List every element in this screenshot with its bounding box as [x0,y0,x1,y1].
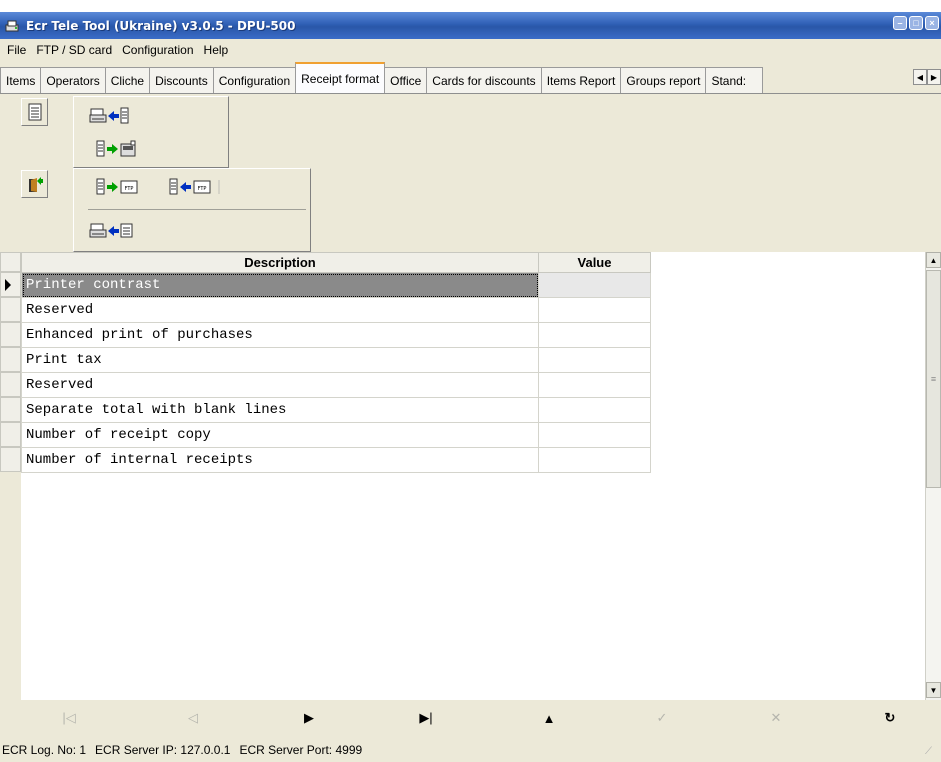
table-row[interactable]: Reserved [21,297,651,323]
tab-office[interactable]: Office [384,67,428,93]
row-indicator [0,347,21,372]
row-indicator-column [0,252,21,700]
table-row[interactable]: Reserved [21,372,651,398]
minimize-icon[interactable]: – [893,16,907,30]
row-indicator [0,322,21,347]
value-cell[interactable] [538,422,651,448]
tool-panel: FTP FTP [0,94,941,252]
app-window: Ecr Tele Tool (Ukraine) v3.0.5 - DPU-500… [0,0,941,762]
title-bar[interactable]: Ecr Tele Tool (Ukraine) v3.0.5 - DPU-500… [0,12,941,39]
tab-cards-for-discounts[interactable]: Cards for discounts [426,67,542,93]
description-cell[interactable]: Enhanced print of purchases [21,322,539,348]
description-cell[interactable]: Separate total with blank lines [21,397,539,423]
svg-text:FTP: FTP [125,186,134,192]
data-grid: Description Value Printer contrast Reser… [21,252,925,700]
cancel-edit-icon[interactable]: ✕ [766,710,786,726]
file-to-device-icon[interactable] [96,139,140,159]
value-cell[interactable] [538,372,651,398]
app-icon [4,18,20,34]
table-row[interactable]: Number of internal receipts [21,447,651,473]
table-row[interactable]: Number of receipt copy [21,422,651,448]
description-cell[interactable]: Reserved [21,297,539,323]
value-cell[interactable] [538,397,651,423]
last-record-icon[interactable]: ▶| [416,710,436,726]
table-row[interactable]: Printer contrast [21,272,651,298]
close-icon[interactable]: × [925,16,939,30]
menu-file[interactable]: File [2,43,31,57]
status-server-port: ECR Server Port: 4999 [239,742,363,757]
vertical-scrollbar[interactable]: ▲ ≡ ▼ [925,252,941,700]
top-strip [0,0,941,12]
column-header-description[interactable]: Description [21,252,539,273]
column-header-value[interactable]: Value [538,252,651,273]
row-indicator [0,397,21,422]
table-row[interactable]: Enhanced print of purchases [21,322,651,348]
value-cell[interactable] [538,347,651,373]
exit-icon[interactable] [21,170,48,198]
menu-bar: File FTP / SD card Configuration Help [0,39,941,61]
svg-text:FTP: FTP [198,186,207,192]
status-server-ip: ECR Server IP: 127.0.0.1 [95,742,231,757]
current-row-indicator [0,272,21,297]
size-grip-icon[interactable]: ⟋ [925,746,937,758]
table-row[interactable]: Print tax [21,347,651,373]
scroll-down-icon[interactable]: ▼ [926,682,941,698]
tab-scroller: ◀ ▶ [913,69,941,85]
value-cell[interactable] [538,272,651,298]
indicator-header [0,252,21,272]
row-indicator [0,447,21,472]
tab-configuration[interactable]: Configuration [212,67,297,93]
tab-scroll-left-icon[interactable]: ◀ [913,69,927,85]
tab-discounts[interactable]: Discounts [149,67,214,93]
row-indicator [0,297,21,322]
scroll-up-icon[interactable]: ▲ [926,252,941,268]
description-cell[interactable]: Number of internal receipts [21,447,539,473]
value-cell[interactable] [538,322,651,348]
insert-record-icon[interactable]: ▲ [539,710,559,726]
window-controls: – □ × [893,16,939,30]
tab-cliche[interactable]: Cliche [104,67,151,93]
scroll-thumb[interactable]: ≡ [926,270,941,488]
window-title: Ecr Tele Tool (Ukraine) v3.0.5 - DPU-500 [26,18,296,33]
menu-help[interactable]: Help [199,43,234,57]
printer-read-icon[interactable] [89,106,129,126]
description-cell[interactable]: Printer contrast [21,272,539,298]
value-cell[interactable] [538,447,651,473]
tab-groups-report[interactable]: Groups report [620,67,707,93]
row-indicator [0,372,21,397]
record-navigator: |◁ ◁ ▶ ▶| ▲ ✓ ✕ ↻ [0,700,941,736]
tab-scroll-right-icon[interactable]: ▶ [927,69,941,85]
row-indicator [0,422,21,447]
refresh-icon[interactable]: ↻ [880,710,900,726]
tab-receipt-format[interactable]: Receipt format [295,62,386,93]
document-icon[interactable] [21,98,48,126]
tab-items[interactable]: Items [0,67,42,93]
tab-bar: Items Operators Cliche Discounts Configu… [0,61,941,94]
first-record-icon[interactable]: |◁ [59,710,79,726]
description-cell[interactable]: Number of receipt copy [21,422,539,448]
tab-operators[interactable]: Operators [40,67,106,93]
menu-ftp-sd-card[interactable]: FTP / SD card [31,43,117,57]
status-log-no: ECR Log. No: 1 [2,742,87,757]
post-edit-icon[interactable]: ✓ [652,710,672,726]
printer-image-icon[interactable] [89,221,133,241]
description-cell[interactable]: Reserved [21,372,539,398]
description-cell[interactable]: Print tax [21,347,539,373]
tab-stand[interactable]: Stand: [705,67,764,93]
next-record-icon[interactable]: ▶ [299,710,319,726]
ftp-group-divider [88,209,306,210]
maximize-icon[interactable]: □ [909,16,923,30]
menu-configuration[interactable]: Configuration [117,43,198,57]
value-cell[interactable] [538,297,651,323]
tab-items-report[interactable]: Items Report [540,67,622,93]
status-bar: ECR Log. No: 1 ECR Server IP: 127.0.0.1 … [0,737,941,762]
prior-record-icon[interactable]: ◁ [183,710,203,726]
file-to-ftp-icon[interactable]: FTP [96,177,140,197]
ftp-to-file-icon[interactable]: FTP [169,177,225,197]
table-row[interactable]: Separate total with blank lines [21,397,651,423]
